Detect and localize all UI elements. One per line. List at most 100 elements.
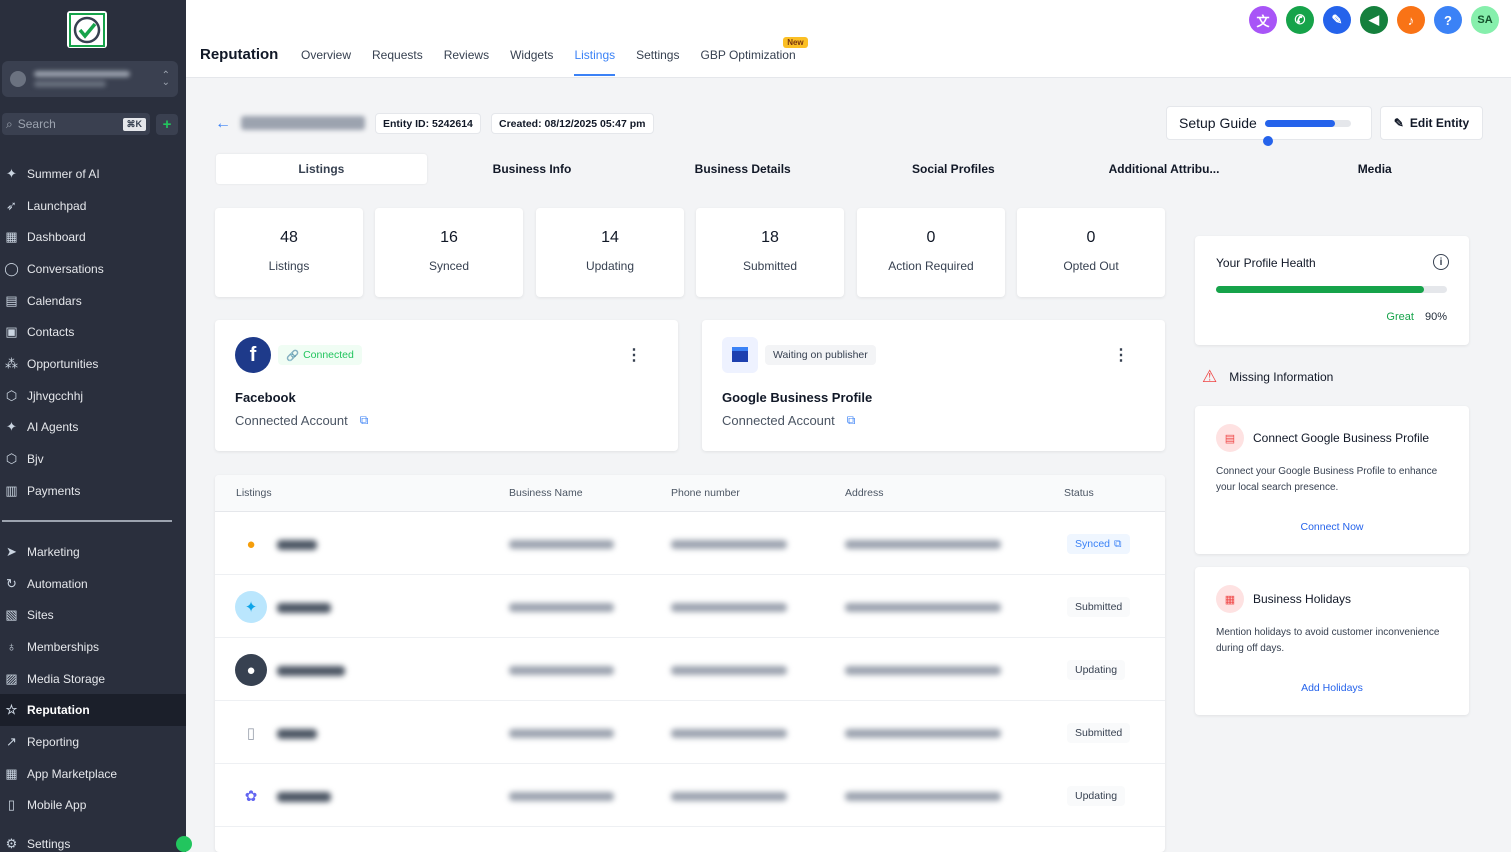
stat-card-synced[interactable]: 16 Synced bbox=[375, 208, 523, 297]
search-placeholder: Search bbox=[17, 117, 56, 131]
sidebar-item-summer-of-ai[interactable]: ✦ Summer of AI bbox=[0, 158, 186, 190]
sites-icon: ▧ bbox=[5, 607, 18, 623]
tip-title: Connect Google Business Profile bbox=[1253, 431, 1430, 445]
status-badge[interactable]: Synced ⧉ bbox=[1067, 534, 1130, 554]
sidebar-item-mobile-app[interactable]: ▯ Mobile App bbox=[0, 790, 186, 822]
stat-card-listings[interactable]: 48 Listings bbox=[215, 208, 363, 297]
tab-settings[interactable]: Settings bbox=[636, 48, 679, 76]
sidebar-item-contacts[interactable]: ▣ Contacts bbox=[0, 316, 186, 348]
tip-description: Mention holidays to avoid customer incon… bbox=[1216, 627, 1440, 654]
connect-now-link[interactable]: Connect Now bbox=[1195, 521, 1469, 533]
sidebar-item-label: Memberships bbox=[27, 639, 100, 654]
stat-value: 18 bbox=[761, 229, 779, 246]
add-holidays-link[interactable]: Add Holidays bbox=[1195, 682, 1469, 694]
stat-card-updating[interactable]: 14 Updating bbox=[536, 208, 684, 297]
sidebar-nav-bottom: ➤ Marketing ↻ Automation ▧ Sites ♁ Memberships ▨… bbox=[0, 536, 186, 821]
listing-name-blurred bbox=[277, 666, 345, 676]
sidebar-item-marketing[interactable]: ➤ Marketing bbox=[0, 536, 186, 568]
grid-icon: ▦ bbox=[5, 229, 18, 245]
top-bar: Reputation Overview Requests Reviews Widget… bbox=[186, 0, 1511, 78]
subtab-social-profiles[interactable]: Social Profiles bbox=[848, 154, 1059, 184]
table-row[interactable]: ✿ Updating bbox=[215, 764, 1165, 827]
profile-health-card: Your Profile Health i Great 90% bbox=[1195, 236, 1469, 345]
subtab-listings[interactable]: Listings bbox=[216, 154, 427, 184]
receipt-icon: ▥ bbox=[5, 482, 18, 498]
table-row[interactable]: ▯ Submitted bbox=[215, 701, 1165, 764]
entity-id: Entity ID: 5242614 bbox=[375, 113, 481, 134]
automation-icon: ↻ bbox=[6, 575, 17, 591]
tip-description: Connect your Google Business Profile to … bbox=[1216, 466, 1438, 493]
account-sub-label: Connected Account bbox=[722, 413, 835, 428]
sidebar-item-media-storage[interactable]: ▨ Media Storage bbox=[0, 663, 186, 695]
search-shortcut: ⌘K bbox=[122, 117, 146, 131]
tab-requests[interactable]: Requests bbox=[372, 48, 423, 76]
sidebar-item-jjhvgcchhj[interactable]: ⬡ Jjhvgcchhj bbox=[0, 380, 186, 412]
subtab-business-info[interactable]: Business Info bbox=[427, 154, 638, 184]
translate-icon[interactable]: 文 bbox=[1249, 6, 1277, 34]
tab-gbp-optimization[interactable]: GBP Optimization New bbox=[700, 37, 808, 76]
tab-listings[interactable]: Listings bbox=[574, 48, 616, 76]
address-blurred bbox=[845, 729, 1001, 738]
more-options-icon[interactable]: ⋮ bbox=[626, 345, 642, 365]
account-sub[interactable]: Connected Account ⧉ bbox=[722, 413, 855, 428]
sidebar-search[interactable]: ⌕ Search ⌘K bbox=[2, 113, 150, 135]
megaphone-icon[interactable]: ✎ bbox=[1323, 6, 1351, 34]
table-row[interactable]: ✦ Submitted bbox=[215, 575, 1165, 638]
account-sub[interactable]: Connected Account ⧉ bbox=[235, 413, 368, 428]
setup-guide-button[interactable]: Setup Guide bbox=[1166, 106, 1372, 140]
table-header: Listings Business Name Phone number Addr… bbox=[215, 475, 1165, 512]
tab-widgets[interactable]: Widgets bbox=[510, 48, 553, 76]
quick-add-button[interactable]: + bbox=[156, 114, 178, 135]
phone-icon[interactable]: ✆ bbox=[1286, 6, 1314, 34]
sidebar-item-reporting[interactable]: ↗ Reporting bbox=[0, 726, 186, 758]
help-icon[interactable]: ? bbox=[1434, 6, 1462, 34]
edit-entity-button[interactable]: ✎ Edit Entity bbox=[1380, 106, 1483, 140]
tab-label: Overview bbox=[301, 48, 352, 62]
stat-card-submitted[interactable]: 18 Submitted bbox=[696, 208, 844, 297]
sidebar-item-opportunities[interactable]: ⁂ Opportunities bbox=[0, 348, 186, 380]
calendar-icon: ▦ bbox=[1216, 585, 1244, 613]
app-logo[interactable] bbox=[67, 11, 107, 48]
subtab-media[interactable]: Media bbox=[1269, 154, 1480, 184]
user-avatar[interactable]: SA bbox=[1471, 6, 1499, 34]
missing-information-title: Missing Information bbox=[1229, 370, 1334, 384]
tab-reviews[interactable]: Reviews bbox=[444, 48, 489, 76]
sidebar-item-automation[interactable]: ↻ Automation bbox=[0, 568, 186, 600]
table-row[interactable]: ● Updating bbox=[215, 638, 1165, 701]
sidebar-item-memberships[interactable]: ♁ Memberships bbox=[0, 631, 186, 663]
tab-overview[interactable]: Overview bbox=[301, 48, 351, 76]
stat-card-opted-out[interactable]: 0 Opted Out bbox=[1017, 208, 1165, 297]
info-icon[interactable]: i bbox=[1433, 254, 1449, 270]
profile-health-title: Your Profile Health bbox=[1216, 256, 1316, 270]
sidebar-item-app-marketplace[interactable]: ▦ App Marketplace bbox=[0, 758, 186, 790]
listing-name-blurred bbox=[277, 792, 331, 802]
sidebar-item-launchpad[interactable]: ➶ Launchpad bbox=[0, 190, 186, 222]
table-row[interactable]: ● Synced ⧉ bbox=[215, 512, 1165, 575]
sidebar-item-bjv[interactable]: ⬡ Bjv bbox=[0, 443, 186, 475]
sidebar-item-payments[interactable]: ▥ Payments bbox=[0, 475, 186, 507]
subtab-additional-attribu[interactable]: Additional Attribu... bbox=[1059, 154, 1270, 184]
sidebar-item-calendars[interactable]: ▤ Calendars bbox=[0, 285, 186, 317]
sidebar-item-settings[interactable]: ⚙ Settings bbox=[0, 828, 186, 852]
sidebar-item-sites[interactable]: ▧ Sites bbox=[0, 599, 186, 631]
column-header-business-name: Business Name bbox=[509, 487, 583, 499]
business-name-blurred bbox=[509, 666, 614, 675]
business-name-blurred bbox=[509, 792, 614, 801]
sidebar-item-reputation[interactable]: ☆ Reputation bbox=[0, 694, 186, 727]
subtab-business-details[interactable]: Business Details bbox=[637, 154, 848, 184]
stat-card-action-required[interactable]: 0 Action Required bbox=[857, 208, 1005, 297]
sidebar-item-ai-agents[interactable]: ✦ AI Agents bbox=[0, 412, 186, 444]
back-arrow-icon[interactable]: ← bbox=[215, 115, 231, 133]
sidebar-collapse-button[interactable] bbox=[176, 836, 192, 852]
announcement-icon[interactable]: ◀ bbox=[1360, 6, 1388, 34]
more-options-icon[interactable]: ⋮ bbox=[1113, 345, 1129, 365]
tab-label: Settings bbox=[636, 48, 680, 62]
sidebar-item-conversations[interactable]: ◯ Conversations bbox=[0, 253, 186, 285]
sidebar-nav-top: ✦ Summer of AI ➶ Launchpad ▦ Dashboard ◯ Conver… bbox=[0, 158, 186, 507]
account-sub-label: Connected Account bbox=[235, 413, 348, 428]
account-name-blurred bbox=[34, 69, 154, 89]
account-switcher[interactable]: ⌃ ⌄ bbox=[2, 61, 178, 97]
sidebar-item-dashboard[interactable]: ▦ Dashboard bbox=[0, 221, 186, 253]
stat-label: Opted Out bbox=[1063, 259, 1119, 273]
bell-icon[interactable]: ♪ bbox=[1397, 6, 1425, 34]
